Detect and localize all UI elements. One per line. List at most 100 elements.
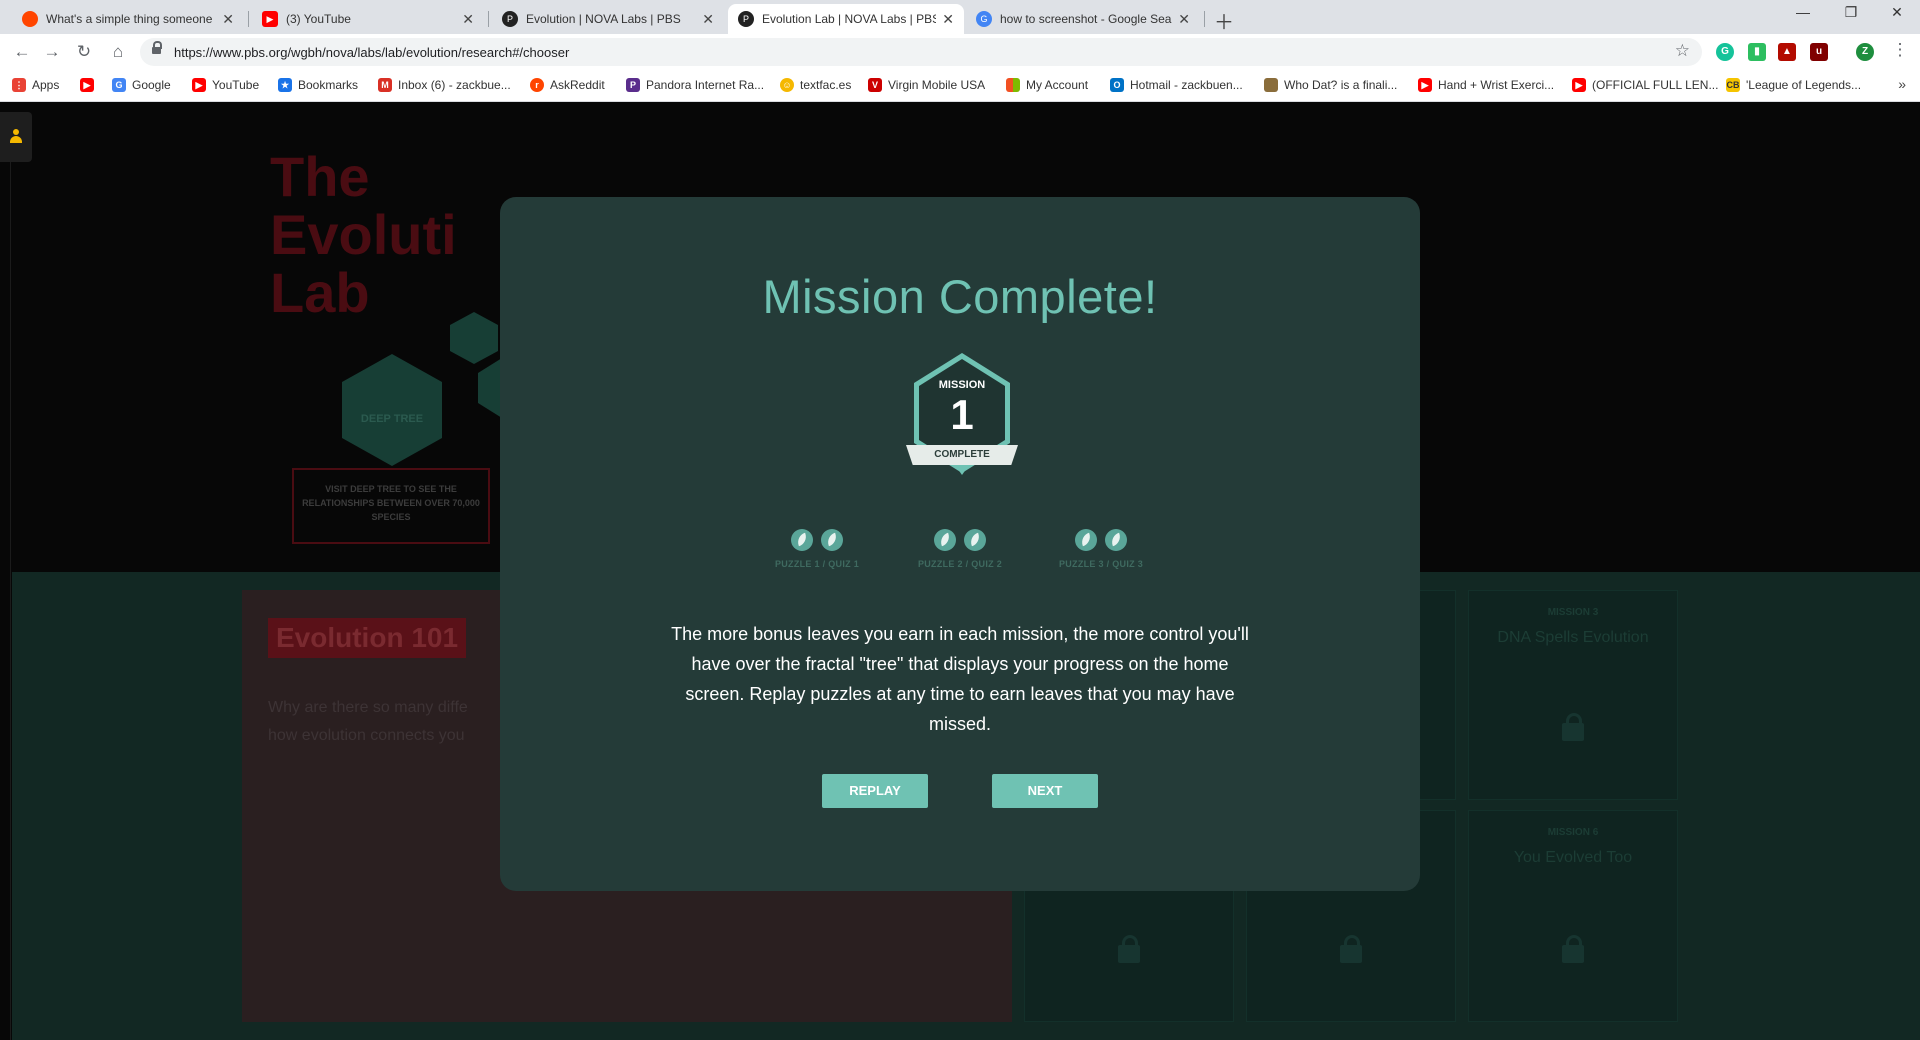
bookmark-virgin[interactable]: V Virgin Mobile USA — [868, 78, 985, 92]
lab-title: The Evoluti Lab — [270, 145, 457, 324]
bookmark-textfaces[interactable]: ☺ textfac.es — [780, 78, 851, 92]
bookmark-label: Hotmail - zackbuen... — [1130, 78, 1243, 92]
new-tab-button[interactable]: ＋ — [1214, 6, 1234, 35]
restore-button[interactable]: ❐ — [1828, 4, 1874, 21]
lock-icon — [1562, 935, 1584, 963]
bookmark-label: 'League of Legends... — [1746, 78, 1862, 92]
reload-button[interactable]: ↻ — [74, 42, 94, 62]
close-icon[interactable]: ✕ — [462, 11, 474, 28]
leaf-icon — [1075, 529, 1097, 551]
star-icon: ★ — [278, 78, 292, 92]
apps-icon: ⋮ — [12, 78, 26, 92]
bookmark-who-dat[interactable]: Who Dat? is a finali... — [1264, 78, 1397, 92]
bookmark-label: (OFFICIAL FULL LEN... — [1592, 78, 1719, 92]
bookmark-label: Inbox (6) - zackbue... — [398, 78, 511, 92]
bookmark-youtube[interactable]: ▶ YouTube — [192, 78, 259, 92]
reddit-icon: r — [530, 78, 544, 92]
bookmark-apps[interactable]: ⋮ Apps — [12, 78, 59, 92]
bookmark-bookmarks[interactable]: ★ Bookmarks — [278, 78, 358, 92]
window-close-button[interactable]: ✕ — [1874, 4, 1920, 21]
tab-evolution-lab[interactable]: P Evolution Lab | NOVA Labs | PBS ✕ — [728, 4, 964, 34]
bookmark-hand-wrist[interactable]: ▶ Hand + Wrist Exerci... — [1418, 78, 1554, 92]
back-button[interactable]: ← — [12, 42, 32, 62]
tab-title: Evolution | NOVA Labs | PBS — [526, 12, 681, 26]
bookmark-google[interactable]: G Google — [112, 78, 171, 92]
bookmark-my-account[interactable]: My Account — [1006, 78, 1088, 92]
bookmark-label: textfac.es — [800, 78, 852, 92]
menu-icon[interactable]: ⋮ — [1890, 40, 1910, 60]
profile-icon[interactable]: Z — [1856, 43, 1874, 61]
tab-evolution-nova[interactable]: P Evolution | NOVA Labs | PBS ✕ — [492, 4, 724, 34]
address-bar[interactable]: https://www.pbs.org/wgbh/nova/labs/lab/e… — [140, 38, 1702, 66]
gmail-icon: M — [378, 78, 392, 92]
youtube-icon: ▶ — [262, 11, 278, 27]
google-icon: G — [112, 78, 126, 92]
bookmark-official-full[interactable]: ▶ (OFFICIAL FULL LEN... — [1572, 78, 1718, 92]
close-icon[interactable]: ✕ — [1178, 11, 1190, 28]
url-text: https://www.pbs.org/wgbh/nova/labs/lab/e… — [174, 45, 570, 60]
puzzle-3-result: PUZZLE 3 / QUIZ 3 — [1041, 529, 1161, 569]
tab-reddit[interactable]: What's a simple thing someone c ✕ — [12, 4, 244, 34]
bookmark-youtube-icon-only[interactable]: ▶ — [80, 78, 100, 92]
mission-card-6[interactable]: MISSION 6 You Evolved Too — [1468, 810, 1678, 1022]
bookmark-label: Virgin Mobile USA — [888, 78, 986, 92]
bookmark-hotmail[interactable]: O Hotmail - zackbuen... — [1110, 78, 1243, 92]
pdf-icon[interactable]: ▲ — [1778, 43, 1796, 61]
leaf-icon — [821, 529, 843, 551]
bookmark-league[interactable]: CB 'League of Legends... — [1726, 78, 1861, 92]
mission-badge: MISSION 1 COMPLETE — [906, 353, 1018, 481]
bookmark-askreddit[interactable]: r AskReddit — [530, 78, 605, 92]
deep-tree-label: DEEP TREE — [360, 413, 424, 425]
leaf-icon — [1105, 529, 1127, 551]
bookmarks-overflow-icon[interactable]: » — [1898, 76, 1906, 92]
bookmark-label: Who Dat? is a finali... — [1284, 78, 1398, 92]
close-icon[interactable]: ✕ — [222, 11, 234, 28]
bookmark-star-icon[interactable]: ☆ — [1675, 41, 1690, 61]
youtube-icon: ▶ — [80, 78, 94, 92]
hex-icon — [450, 312, 498, 364]
lock-icon — [1340, 935, 1362, 963]
evolution-101-heading: Evolution 101 — [268, 618, 467, 658]
mission-card-3[interactable]: MISSION 3 DNA Spells Evolution — [1468, 590, 1678, 800]
lock-icon — [1118, 935, 1140, 963]
evernote-icon[interactable]: ▮ — [1748, 43, 1766, 61]
forward-button[interactable]: → — [42, 42, 62, 62]
bookmark-inbox[interactable]: M Inbox (6) - zackbue... — [378, 78, 511, 92]
tab-title: Evolution Lab | NOVA Labs | PBS — [762, 12, 937, 26]
user-icon — [10, 129, 22, 143]
minimize-button[interactable]: — — [1780, 4, 1826, 20]
mission-complete-dialog: Mission Complete! MISSION 1 COMPLETE PUZ… — [500, 197, 1420, 891]
grammarly-icon[interactable]: G — [1716, 43, 1734, 61]
badge-mission-number: 1 — [950, 391, 974, 438]
bookmark-label: Google — [132, 78, 171, 92]
bookmark-label: My Account — [1026, 78, 1089, 92]
next-button[interactable]: NEXT — [992, 774, 1098, 808]
close-icon[interactable]: ✕ — [702, 11, 714, 28]
reddit-icon — [22, 11, 38, 27]
tab-google-search[interactable]: G how to screenshot - Google Sear ✕ — [966, 4, 1200, 34]
bookmark-label: Apps — [32, 78, 60, 92]
emoji-icon: ☺ — [780, 78, 794, 92]
outlook-icon: O — [1110, 78, 1124, 92]
ublock-icon[interactable]: u — [1810, 43, 1828, 61]
google-icon: G — [976, 11, 992, 27]
bookmark-pandora[interactable]: P Pandora Internet Ra... — [626, 78, 764, 92]
badge-mission-label: MISSION — [938, 379, 986, 391]
deep-tree-callout: VISIT DEEP TREE TO SEE THE RELATIONSHIPS… — [292, 468, 490, 544]
tab-strip: What's a simple thing someone c ✕ ▶ (3) … — [0, 0, 1920, 34]
bookmark-label: Pandora Internet Ra... — [646, 78, 765, 92]
microsoft-icon — [1006, 78, 1020, 92]
tab-youtube[interactable]: ▶ (3) YouTube ✕ — [252, 4, 484, 34]
tab-title: how to screenshot - Google Sear — [1000, 12, 1173, 26]
tab-title: (3) YouTube — [286, 12, 351, 26]
badge-complete-label: COMPLETE — [934, 449, 990, 460]
replay-button[interactable]: REPLAY — [822, 774, 928, 808]
close-icon[interactable]: ✕ — [942, 11, 954, 28]
cb-icon: CB — [1726, 78, 1740, 92]
deep-tree-hex[interactable] — [342, 354, 442, 466]
account-tab[interactable] — [0, 112, 32, 162]
tab-title: What's a simple thing someone c — [46, 12, 217, 26]
home-button[interactable]: ⌂ — [108, 42, 128, 62]
lock-icon — [1562, 713, 1584, 741]
leaf-icon — [934, 529, 956, 551]
